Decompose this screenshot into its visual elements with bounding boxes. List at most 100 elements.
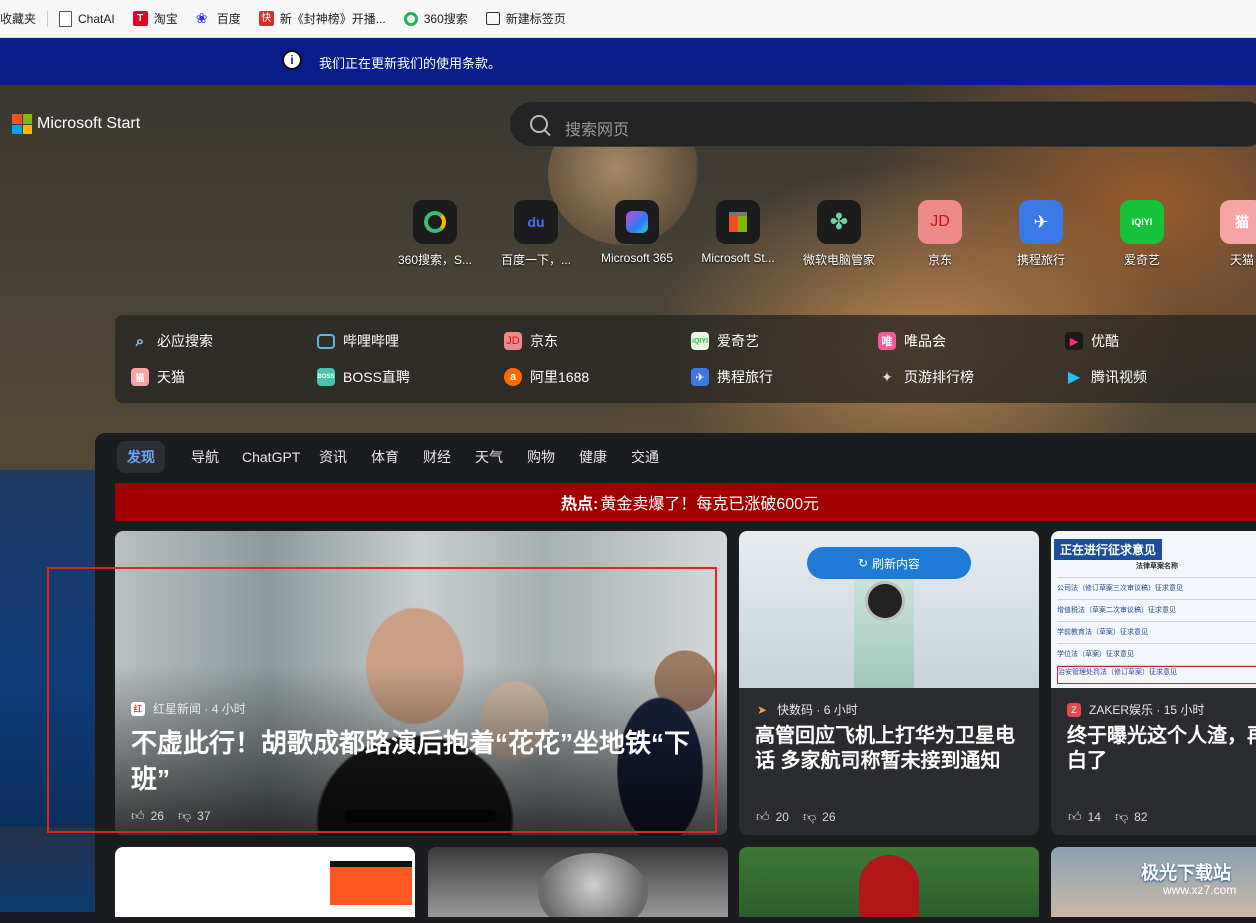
microsoft-365-icon <box>615 200 659 244</box>
bookmark-newtab[interactable]: 新建标签页 <box>477 0 575 37</box>
video-site-icon: 快 <box>258 11 274 26</box>
quick-link-label: 哔哩哔哩 <box>343 333 399 349</box>
top-site-baidu[interactable]: du 百度一下，... <box>491 200 581 268</box>
brand-logo[interactable]: Microsoft Start <box>12 114 140 134</box>
search-icon <box>530 115 548 133</box>
vipshop-icon: 唯 <box>878 332 896 350</box>
ctrip-dolphin-icon: ✈ <box>1019 200 1063 244</box>
player-image <box>859 855 919 917</box>
thumb-down-icon[interactable]: 👎︎ <box>1115 809 1128 825</box>
jd-icon: JD <box>918 200 962 244</box>
tab-news[interactable]: 资讯 <box>309 441 357 473</box>
top-site-label: 京东 <box>927 253 952 267</box>
top-site-microsoft-store[interactable]: Microsoft St... <box>693 200 783 265</box>
quick-link-label: 阿里1688 <box>530 369 590 385</box>
refresh-content-button[interactable]: ↻ 刷新内容 <box>807 547 971 579</box>
quick-link-ctrip[interactable]: ✈ 携程旅行 <box>691 367 773 387</box>
quick-link-bilibili[interactable]: 哔哩哔哩 <box>317 331 399 351</box>
quick-link-boss[interactable]: BOSS BOSS直聘 <box>317 367 410 387</box>
bookmark-taobao[interactable]: T 淘宝 <box>124 0 187 37</box>
card-title[interactable]: 终于曝光这个人渣，再白了 <box>1067 724 1256 774</box>
bookmark-label: 百度 <box>216 12 241 26</box>
quick-link-iqiyi[interactable]: iQIYI 爱奇艺 <box>691 331 759 351</box>
news-card-7[interactable]: 极光下载站 www.xz7.com <box>1051 847 1256 917</box>
quick-links-panel <box>115 315 1256 403</box>
notice-text[interactable]: 我们正在更新我们的使用条款。 <box>319 53 501 72</box>
top-site-jd[interactable]: JD 京东 <box>895 200 985 268</box>
tmall-cat-icon: 猫 <box>1220 200 1256 244</box>
top-site-tmall[interactable]: 猫 天猫 <box>1198 200 1256 268</box>
source-name: ZAKER娱乐 <box>1089 703 1154 717</box>
bookmark-360search[interactable]: 360搜索 <box>395 0 477 37</box>
publish-time: 15 小时 <box>1163 703 1205 717</box>
tab-sports[interactable]: 体育 <box>361 441 409 473</box>
quick-link-jd[interactable]: JD 京东 <box>504 331 558 351</box>
bookmarks-bar: 收藏夹 ChatAI T 淘宝 ❀ 百度 快 新《封神榜》开播... 360搜索… <box>0 0 1256 38</box>
quick-link-tmall[interactable]: 猫天猫 <box>131 367 185 387</box>
tab-traffic[interactable]: 交通 <box>621 441 669 473</box>
image-table-row: 公司法（修订草案三次审议稿）征求意见 <box>1057 583 1256 600</box>
bookmark-chatai[interactable]: ChatAI <box>50 0 124 37</box>
card-title[interactable]: 高管回应飞机上打华为卫星电话 多家航司称暂未接到通知 <box>755 724 1027 774</box>
quick-link-vip[interactable]: 唯唯品会 <box>878 331 946 351</box>
tab-chatgpt[interactable]: ChatGPT <box>232 441 310 473</box>
tab-health[interactable]: 健康 <box>569 441 617 473</box>
quick-link-bing[interactable]: ⌕ 必应搜索 <box>131 331 213 351</box>
meta-separator: · <box>813 702 824 717</box>
top-site-label: 360搜索，S... <box>397 253 473 267</box>
top-site-ctrip[interactable]: ✈ 携程旅行 <box>996 200 1086 268</box>
hot-topic-banner[interactable]: 热点: 黄金卖爆了！每克已涨破600元 <box>115 483 1256 521</box>
quick-link-label: BOSS直聘 <box>343 369 410 385</box>
tab-discover[interactable]: 发现 <box>117 441 165 473</box>
tab-weather[interactable]: 天气 <box>465 441 513 473</box>
top-site-pc-manager[interactable]: ✤ 微软电脑管家 <box>794 200 884 268</box>
dislike-count: 82 <box>1134 810 1148 824</box>
top-site-360search[interactable]: 360搜索，S... <box>390 200 480 268</box>
taobao-icon: T <box>132 11 148 26</box>
bookmark-fengshen[interactable]: 快 新《封神榜》开播... <box>250 0 395 37</box>
image-table-row: 学前教育法（草案）征求意见 <box>1057 627 1256 644</box>
quick-link-1688[interactable]: a 阿里1688 <box>504 367 589 387</box>
news-card-5[interactable] <box>428 847 728 917</box>
info-icon: i <box>282 50 302 70</box>
thumb-up-icon[interactable]: 👍︎ <box>756 809 770 825</box>
bookmark-baidu[interactable]: ❀ 百度 <box>187 0 250 37</box>
image-banner-text: 正在进行征求意见 <box>1054 539 1163 560</box>
quick-link-games[interactable]: ✦ 页游排行榜 <box>878 367 974 387</box>
search-box[interactable]: 搜索网页 <box>509 101 1256 147</box>
boss-zhipin-icon: BOSS <box>317 368 335 386</box>
card-reactions: 👍︎ 14 👎︎ 82 <box>1068 809 1154 825</box>
pc-manager-icon: ✤ <box>817 200 861 244</box>
baidu-paw-icon: ❀ <box>195 10 208 26</box>
quick-link-label: 页游排行榜 <box>904 369 974 385</box>
top-site-label: 携程旅行 <box>1016 253 1065 267</box>
brand-name: Microsoft Start <box>37 115 141 132</box>
card-reactions: 👍︎ 20 👎︎ 26 <box>756 809 842 825</box>
tab-navigation[interactable]: 导航 <box>181 441 229 473</box>
bookmark-label: 新《封神榜》开播... <box>279 12 386 26</box>
like-count: 20 <box>775 810 789 824</box>
thumb-up-icon[interactable]: 👍︎ <box>1068 809 1082 825</box>
thumb-down-icon[interactable]: 👎︎ <box>803 809 816 825</box>
baidu-paw-icon: du <box>514 200 558 244</box>
tab-finance[interactable]: 财经 <box>413 441 461 473</box>
top-site-iqiyi[interactable]: iQIYI 爱奇艺 <box>1097 200 1187 268</box>
dislike-count: 26 <box>822 810 836 824</box>
image-table-header: 法律草案名称 <box>1057 561 1256 578</box>
quick-link-youku[interactable]: ▶ 优酷 <box>1065 331 1119 351</box>
news-card-3[interactable]: 正在进行征求意见 法律草案名称 公司法（修订草案三次审议稿）征求意见 增值税法（… <box>1051 531 1256 835</box>
camera-ring-image <box>865 581 905 621</box>
tab-shopping[interactable]: 购物 <box>517 441 565 473</box>
top-site-label: 天猫 <box>1230 253 1255 267</box>
news-card-4[interactable] <box>115 847 415 917</box>
watermark-text: 极光下载站 <box>1141 863 1231 883</box>
top-site-microsoft365[interactable]: Microsoft 365 <box>592 200 682 265</box>
store-bag-icon <box>716 200 760 244</box>
quick-link-label: 唯品会 <box>904 333 946 349</box>
publish-time: 6 小时 <box>823 703 858 717</box>
alibaba-1688-icon: a <box>504 368 522 386</box>
page-icon <box>59 10 73 27</box>
news-card-6[interactable] <box>739 847 1039 917</box>
bookmark-favorites[interactable]: 收藏夹 <box>0 0 45 37</box>
quick-link-tencent-video[interactable]: ▶ 腾讯视频 <box>1065 367 1147 387</box>
